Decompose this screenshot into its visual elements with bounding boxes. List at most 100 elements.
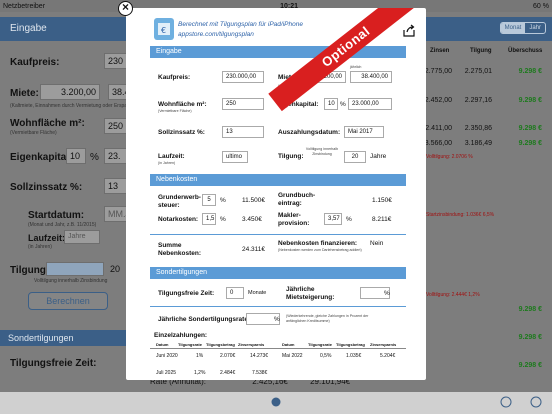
info-icon[interactable] bbox=[500, 396, 512, 408]
einzel-cell: 2.070€ bbox=[220, 353, 236, 359]
table-cell: 9.298 € bbox=[518, 125, 542, 132]
laufzeit-label: Laufzeit: bbox=[28, 233, 65, 243]
einzel-cell: 1% bbox=[196, 353, 204, 359]
period-segment[interactable]: Monat Jahr bbox=[499, 22, 546, 34]
tilgung-label: Tilgung: bbox=[10, 265, 50, 276]
close-icon[interactable]: × bbox=[118, 1, 133, 16]
m-auszahlung-label: Auszahlungsdatum: bbox=[278, 129, 341, 136]
einzel-header: Tilgungsrate bbox=[308, 342, 332, 347]
m-tilgungsfrei-label: Tilgungsfreie Zeit: bbox=[158, 290, 215, 297]
m-wohnflaeche-value: 250 bbox=[222, 98, 264, 110]
berechnen-button[interactable]: Berechnen bbox=[28, 292, 108, 310]
m-finanziert-label: Nebenkosten finanzieren: bbox=[278, 240, 358, 247]
bottom-toolbar bbox=[0, 392, 552, 414]
m-tilgungsfrei-value: 0 bbox=[226, 287, 244, 299]
tilgung-value: 20 bbox=[110, 264, 121, 274]
table-note: Startzinsbindung: 1.036€ 6,5% bbox=[426, 212, 495, 218]
sollzins-label: Sollzinssatz %: bbox=[10, 182, 83, 193]
m-kaufpreis-label: Kaufpreis: bbox=[158, 74, 191, 81]
einzel-cell: 14.273€ bbox=[250, 353, 269, 359]
table-header-tilgung: Tilgung bbox=[470, 48, 492, 54]
m-makler-pct: 3,57 bbox=[324, 213, 342, 225]
m-jaehrlich-label: Jährliche Sondertilgungsrate: bbox=[158, 316, 251, 323]
m-tilgungsfrei-unit: Monate bbox=[248, 290, 267, 296]
table-cell: 9.298 € bbox=[518, 306, 542, 313]
einzel-header: Datum bbox=[282, 342, 295, 347]
table-cell: 9.298 € bbox=[518, 68, 542, 75]
m-summe-label: Summe Nebenkosten: bbox=[158, 242, 201, 257]
startdatum-label: Startdatum: bbox=[28, 210, 85, 221]
m-grundbuch-value: 1.150€ bbox=[372, 197, 392, 204]
sondertilgungen-divider bbox=[150, 306, 406, 307]
m-eigenkapital-value: 23.000,00 bbox=[348, 98, 392, 110]
app-logo-icon: € bbox=[154, 18, 174, 40]
m-makler-value: 8.211€ bbox=[372, 216, 392, 223]
table-cell: 9.298 € bbox=[518, 140, 542, 147]
svg-text:€: € bbox=[161, 26, 166, 35]
m-jaehrlich-unit: % bbox=[274, 316, 280, 323]
kaufpreis-label: Kaufpreis: bbox=[10, 57, 60, 68]
einzel-cell: Mai 2022 bbox=[282, 353, 303, 359]
einzel-cell: 5.204€ bbox=[380, 353, 396, 359]
table-cell: 9.298 € bbox=[518, 97, 542, 104]
eigenkapital-label: Eigenkapital: bbox=[10, 152, 73, 163]
segment-jahr[interactable]: Jahr bbox=[525, 23, 545, 33]
nebenkosten-divider bbox=[150, 234, 406, 235]
wohnflaeche-sublabel: (Vermietbare Fläche) bbox=[10, 130, 57, 136]
table-note: Volltilgung: 2.444€ 1,2% bbox=[426, 292, 480, 298]
table-header-ueberschuss: Überschuss bbox=[508, 48, 543, 54]
tilgungsfreie-label: Tilgungsfreie Zeit: bbox=[10, 358, 97, 369]
m-notar-label: Notarkosten: bbox=[158, 216, 199, 223]
einzel-cell: 7.538€ bbox=[252, 370, 268, 376]
m-wohnflaeche-label: Wohnfläche m²: bbox=[158, 101, 207, 108]
einzel-header: Zinsersparnis bbox=[370, 342, 397, 347]
wohnflaeche-label: Wohnfläche m²: bbox=[10, 118, 85, 129]
m-notar-value: 3.450€ bbox=[242, 216, 262, 223]
m-notar-pct: 1,5 bbox=[202, 213, 216, 225]
eigenkapital-pct-input[interactable]: 10 bbox=[66, 148, 86, 164]
m-tilgung-unit: Jahre bbox=[370, 153, 387, 160]
m-laufzeit-value: ultimo bbox=[222, 151, 248, 163]
startdatum-sublabel: (Monat und Jahr, z.B. 11/2015) bbox=[28, 222, 97, 228]
m-mietsteigerung-unit: % bbox=[384, 290, 390, 297]
m-grunderwerb-label: Grunderwerb-steuer: bbox=[158, 194, 201, 209]
settings-icon[interactable] bbox=[530, 396, 542, 408]
section-eingabe: Eingabe bbox=[150, 46, 406, 58]
m-laufzeit-label: Laufzeit: bbox=[158, 153, 185, 160]
modal-title: Berechnet mit Tilgungsplan für iPad/iPho… bbox=[178, 21, 303, 28]
m-wohnflaeche-sublabel: (Vermietbare Fläche) bbox=[158, 109, 192, 113]
einzel-cell: Juli 2025 bbox=[156, 370, 177, 376]
tilgung-sublabel: Volltilgung innerhalb Zinsbindung bbox=[34, 278, 108, 284]
section-sondertilgungen: Sondertilgungen bbox=[150, 267, 406, 279]
laufzeit-input[interactable]: Jahre bbox=[64, 230, 100, 244]
tilgung-segment[interactable] bbox=[46, 262, 104, 276]
einzel-cell: 1.035€ bbox=[346, 353, 362, 359]
m-sollzins-value: 13 bbox=[222, 126, 264, 138]
einzel-cell: 0,5% bbox=[320, 353, 332, 359]
battery-label: 60 % bbox=[533, 2, 549, 10]
section-nebenkosten: Nebenkosten bbox=[150, 174, 406, 186]
modal-subtitle: appstore.com/tilgungsplan bbox=[178, 31, 254, 38]
m-sollzins-label: Sollzinssatz %: bbox=[158, 129, 205, 136]
table-cell: 9.298 € bbox=[518, 334, 542, 341]
app-header-title: Eingabe bbox=[10, 23, 47, 34]
toolbar-dot-icon[interactable] bbox=[270, 396, 282, 408]
segment-monat[interactable]: Monat bbox=[500, 23, 526, 33]
einzel-header: Tilgungsrate bbox=[178, 342, 202, 347]
m-makler-label: Makler-provision: bbox=[278, 212, 310, 227]
m-tilgung-label: Tilgung: bbox=[278, 153, 304, 160]
einzel-header: Tilgungsbetrag bbox=[206, 342, 235, 347]
m-grunderwerb-value: 11.500€ bbox=[242, 197, 266, 204]
m-finanziert-sublabel: (Nebenkosten werden zum Darlehensbetrag … bbox=[278, 248, 362, 252]
m-jaehrlich-sublabel: (Wiederkehrende, gleiche Zahlungen in Pr… bbox=[286, 314, 369, 323]
table-cell: 2.275,01 bbox=[464, 68, 492, 75]
m-grunderwerb-pct: 5 bbox=[202, 194, 216, 206]
m-miete-jaehrlich-hdr: jährlich bbox=[350, 65, 362, 69]
table-cell: 2.297,16 bbox=[464, 97, 492, 104]
carrier-label: Netzbetreiber bbox=[3, 2, 46, 10]
share-icon[interactable] bbox=[402, 24, 416, 38]
m-einzel-label: Einzelzahlungen: bbox=[154, 332, 208, 339]
miete-monthly-input[interactable]: 3.200,00 bbox=[40, 84, 100, 100]
m-makler-pct-sign: % bbox=[346, 216, 352, 223]
m-auszahlung-value: Mai 2017 bbox=[344, 126, 384, 138]
